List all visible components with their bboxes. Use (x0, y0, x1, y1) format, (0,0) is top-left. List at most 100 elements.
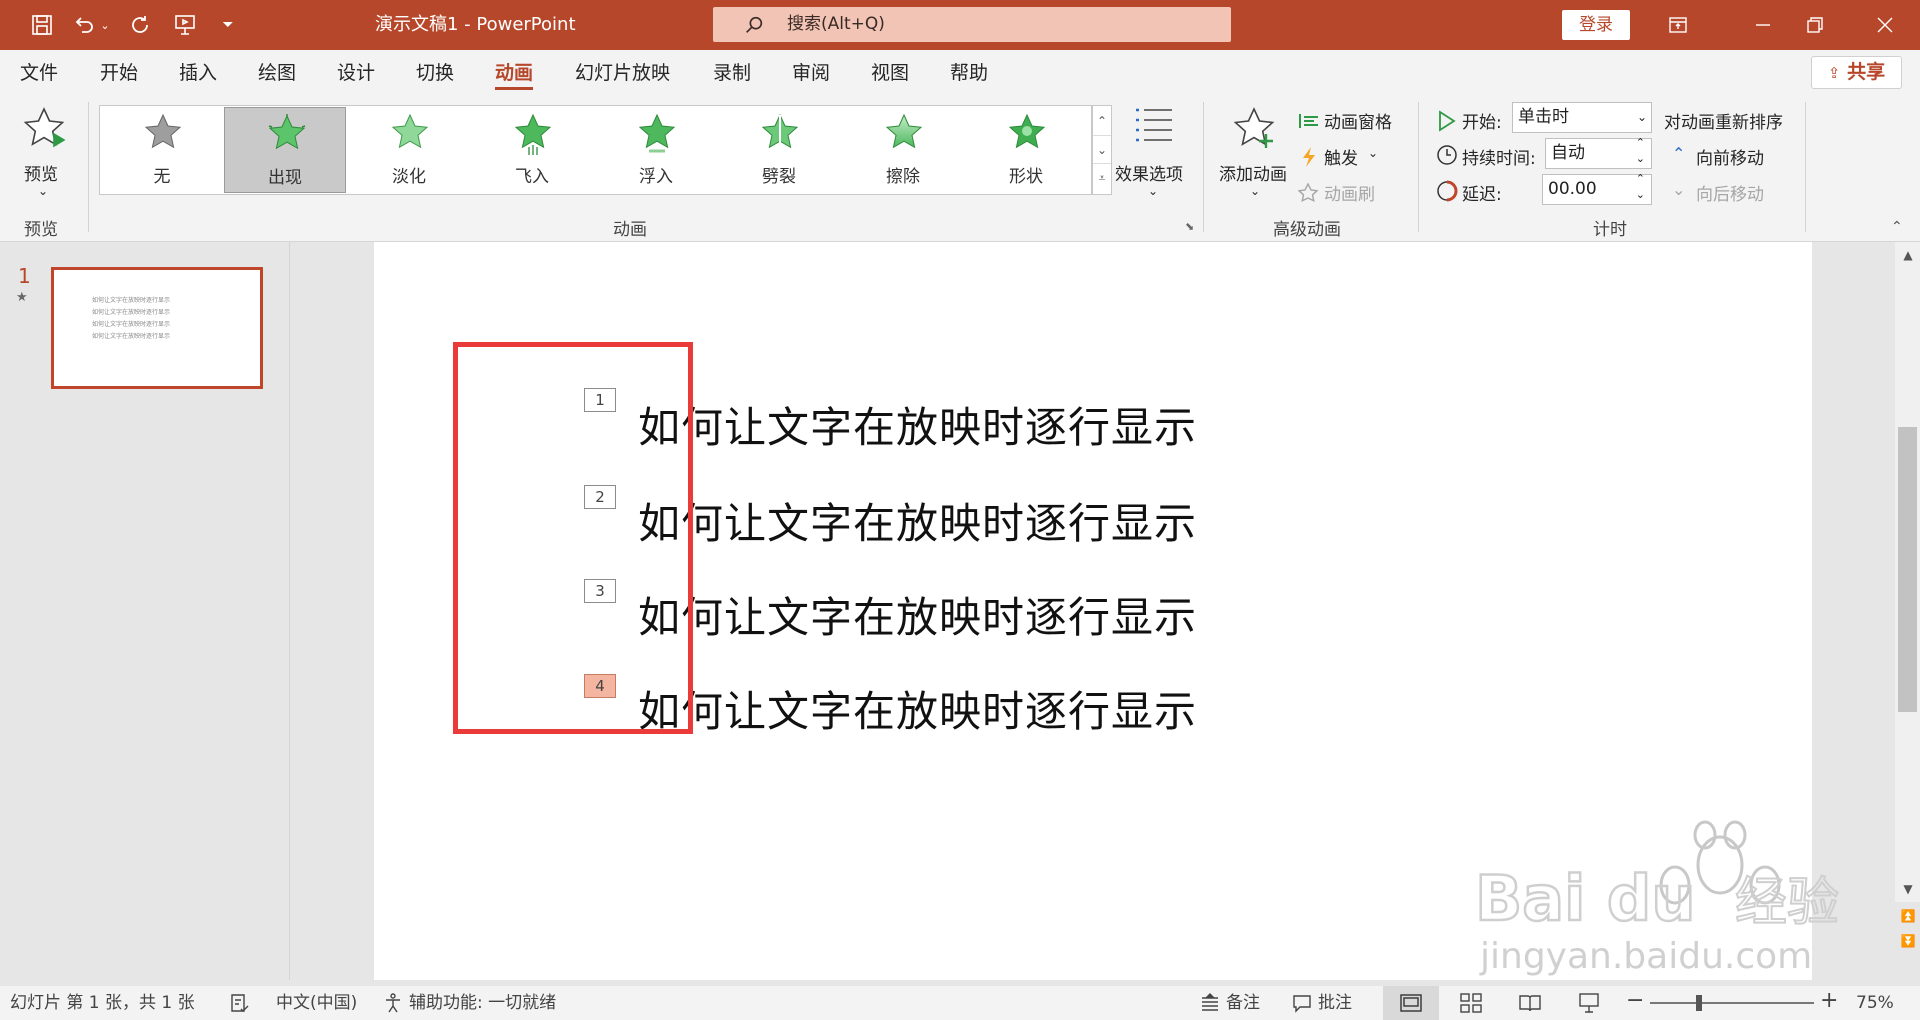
duration-label: 持续时间: (1462, 149, 1536, 169)
preview-button[interactable]: 预览 ⌄ (10, 102, 76, 212)
language-status[interactable]: 中文(中国) (276, 986, 357, 1020)
ribbon-display-icon[interactable] (1663, 10, 1693, 40)
customize-toolbar-icon[interactable]: ⏷ (213, 10, 243, 40)
tab-review[interactable]: 审阅 (792, 50, 830, 96)
tab-draw[interactable]: 绘图 (258, 50, 296, 96)
group-separator (88, 102, 89, 232)
start-select[interactable]: 单击时 ⌄ (1512, 102, 1652, 133)
add-animation-dropdown-icon: ⌄ (1250, 184, 1261, 198)
thumbnail-text-line: 如何让文字在放映时逐行显示 (92, 297, 171, 304)
duration-value: 自动 (1551, 143, 1585, 163)
undo-dropdown-icon[interactable]: ⌄ (96, 10, 114, 40)
dialog-launcher-icon[interactable]: ⬊ (1185, 220, 1194, 233)
slide-number: 1 (18, 264, 31, 288)
slideshow-view-icon[interactable] (1577, 991, 1601, 1015)
next-slide-icon[interactable]: ⏬ (1896, 930, 1920, 952)
powerpoint-window: ⌄ ⏷ 演示文稿1 - PowerPoint 搜索(Alt+Q) 登录 文件 开… (0, 0, 1920, 1020)
animation-float-in-label: 浮入 (639, 167, 673, 187)
share-button[interactable]: ⇪ 共享 (1811, 56, 1902, 89)
group-separator (1203, 102, 1204, 232)
tab-home[interactable]: 开始 (100, 50, 138, 96)
scroll-up-icon[interactable]: ▲ (1896, 244, 1920, 266)
tab-help[interactable]: 帮助 (950, 50, 988, 96)
add-animation-button[interactable]: 添加动画 ⌄ (1214, 102, 1294, 212)
zoom-out-icon[interactable]: − (1626, 984, 1644, 1018)
move-earlier-button[interactable]: ⌃ 向前移动 (1672, 144, 1792, 170)
slide-text-line[interactable]: 如何让文字在放映时逐行显示 (638, 678, 1197, 739)
tab-transitions[interactable]: 切换 (416, 50, 454, 96)
svg-text:经验: 经验 (1735, 873, 1839, 933)
close-icon[interactable] (1870, 10, 1900, 40)
zoom-level[interactable]: 75% (1856, 986, 1894, 1020)
animation-appear[interactable]: 出现 (224, 107, 346, 193)
animation-split[interactable]: 劈裂 (718, 107, 840, 193)
trigger-dropdown-icon: ⌄ (1368, 146, 1379, 160)
zoom-slider-thumb[interactable] (1696, 995, 1703, 1011)
gallery-more-icon[interactable]: ⩡ (1093, 164, 1111, 193)
gallery-up-icon[interactable]: ⌃ (1093, 106, 1111, 135)
ribbon-tabs: 文件 开始 插入 绘图 设计 切换 动画 幻灯片放映 录制 审阅 视图 帮助 (0, 50, 1920, 96)
add-animation-icon (1234, 107, 1275, 148)
animation-none-label: 无 (153, 167, 171, 187)
login-button[interactable]: 登录 (1562, 10, 1630, 40)
notes-button[interactable]: 备注 (1226, 986, 1260, 1020)
vertical-scrollbar[interactable] (1895, 242, 1920, 902)
reading-view-icon[interactable] (1518, 991, 1542, 1015)
accessibility-status[interactable]: 辅助功能: 一切就绪 (409, 986, 556, 1020)
tab-view[interactable]: 视图 (871, 50, 909, 96)
preview-label: 预览 (24, 165, 58, 185)
effect-options-button[interactable]: 效果选项 ⌄ (1112, 102, 1192, 212)
tab-record[interactable]: 录制 (713, 50, 751, 96)
accessibility-icon[interactable] (381, 991, 405, 1015)
scrollbar-thumb[interactable] (1898, 427, 1917, 712)
tab-design[interactable]: 设计 (337, 50, 375, 96)
spin-down-icon[interactable]: ⌄ (1636, 150, 1645, 168)
slide-text-line[interactable]: 如何让文字在放映时逐行显示 (638, 490, 1197, 551)
duration-input[interactable]: 自动 ⌃ ⌄ (1545, 136, 1652, 169)
annotation-highlight-box (453, 342, 693, 734)
slide-sorter-icon[interactable] (1459, 991, 1483, 1015)
preview-star-icon (23, 107, 66, 148)
save-icon[interactable] (27, 10, 57, 40)
start-value: 单击时 (1518, 107, 1569, 127)
animation-float-in[interactable]: 浮入 (595, 107, 717, 193)
previous-slide-icon[interactable]: ⏫ (1896, 905, 1920, 927)
search-input[interactable]: 搜索(Alt+Q) (713, 7, 1231, 42)
animation-wipe[interactable]: 擦除 (842, 107, 964, 193)
slide-thumbnail[interactable]: 如何让文字在放映时逐行显示 如何让文字在放映时逐行显示 如何让文字在放映时逐行显… (51, 267, 263, 389)
ribbon: 预览 ⌄ 预览 无 出现 淡化 飞入 浮入 劈裂 擦除 形状 ⌃ ⌄ ⩡ 效果选… (0, 96, 1920, 242)
minimize-icon[interactable] (1748, 10, 1778, 40)
delay-input[interactable]: 00.00 ⌃ ⌄ (1542, 172, 1652, 205)
animation-painter-button: 动画刷 (1298, 180, 1398, 206)
scroll-down-icon[interactable]: ▼ (1896, 878, 1920, 900)
animation-shape[interactable]: 形状 (965, 107, 1087, 193)
trigger-button[interactable]: 触发 ⌄ (1298, 144, 1388, 170)
zoom-slider[interactable] (1650, 1002, 1814, 1004)
comments-icon[interactable] (1290, 991, 1314, 1015)
tab-insert[interactable]: 插入 (179, 50, 217, 96)
tab-animations[interactable]: 动画 (495, 50, 534, 96)
tab-slideshow[interactable]: 幻灯片放映 (575, 50, 670, 96)
baidu-jingyan-watermark: Bai du 经验 jingyan.baidu.com (1470, 805, 1890, 980)
animation-shape-label: 形状 (1009, 167, 1043, 187)
animation-none[interactable]: 无 (101, 107, 223, 193)
spelling-check-icon[interactable] (228, 991, 252, 1015)
start-slideshow-icon[interactable] (170, 10, 200, 40)
notes-icon[interactable] (1198, 991, 1222, 1015)
add-animation-label: 添加动画 (1219, 165, 1287, 185)
comments-button[interactable]: 批注 (1318, 986, 1352, 1020)
slide-text-line[interactable]: 如何让文字在放映时逐行显示 (638, 394, 1197, 455)
redo-icon[interactable] (125, 10, 155, 40)
normal-view-icon[interactable] (1383, 986, 1439, 1020)
animation-fly-in[interactable]: 飞入 (471, 107, 593, 193)
tab-file[interactable]: 文件 (20, 50, 58, 96)
restore-icon[interactable] (1800, 10, 1830, 40)
slide-text-line[interactable]: 如何让文字在放映时逐行显示 (638, 584, 1197, 645)
animation-fade[interactable]: 淡化 (348, 107, 470, 193)
collapse-ribbon-icon[interactable]: ⌃ (1891, 219, 1903, 235)
spin-down-icon[interactable]: ⌄ (1636, 186, 1645, 204)
animation-split-label: 劈裂 (762, 167, 796, 187)
zoom-in-icon[interactable]: + (1820, 984, 1838, 1018)
group-separator (1418, 102, 1419, 232)
gallery-down-icon[interactable]: ⌄ (1093, 135, 1111, 164)
